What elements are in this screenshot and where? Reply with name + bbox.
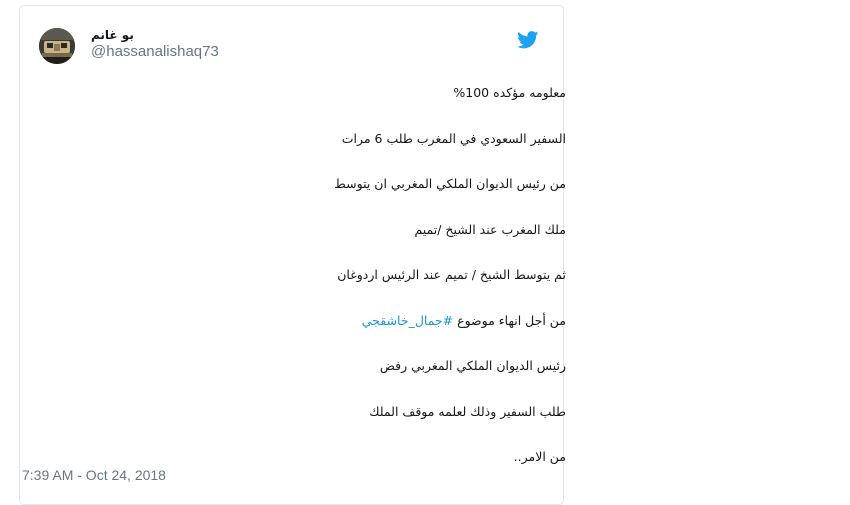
twitter-bird-icon[interactable] — [517, 31, 539, 49]
tweet-card: بو غانم @hassanalishaq73 معلومه مؤكده 10… — [19, 5, 566, 505]
tweet-line: معلومه مؤكده 100% — [453, 85, 566, 100]
tweet-line: رئيس الديوان الملكي المغربي رفض — [379, 358, 566, 373]
avatar-image — [39, 28, 75, 64]
tweet-line-text: من أجل انهاء موضوع — [453, 312, 566, 328]
hashtag-link[interactable]: #جمال_خاشقجي — [362, 313, 453, 328]
tweet-author[interactable]: بو غانم @hassanalishaq73 — [91, 27, 219, 61]
tweet-line: السفير السعودي في المغرب طلب 6 مرات — [341, 130, 566, 146]
tweet-line: من رئيس الديوان الملكي المغربي ان يتوسط — [334, 176, 566, 191]
display-name[interactable]: بو غانم — [91, 27, 219, 43]
tweet-text: معلومه مؤكده 100% السفير السعودي في المغ… — [39, 84, 566, 494]
username[interactable]: @hassanalishaq73 — [91, 43, 219, 61]
tweet-header: بو غانم @hassanalishaq73 — [39, 25, 539, 70]
avatar[interactable] — [39, 28, 75, 64]
tweet-timestamp[interactable]: 7:39 AM - Oct 24, 2018 — [22, 467, 166, 483]
tweet-line: ثم يتوسط الشيخ / تميم عند الرئيس اردوغان — [337, 267, 566, 282]
tweet-line-with-hashtag: من أجل انهاء موضوع #جمال_خاشقجي — [39, 312, 566, 358]
tweet-line: طلب السفير وذلك لعلمه موقف الملك — [369, 403, 566, 419]
tweet-line: ملك المغرب عند الشيخ /تميم — [414, 221, 566, 237]
